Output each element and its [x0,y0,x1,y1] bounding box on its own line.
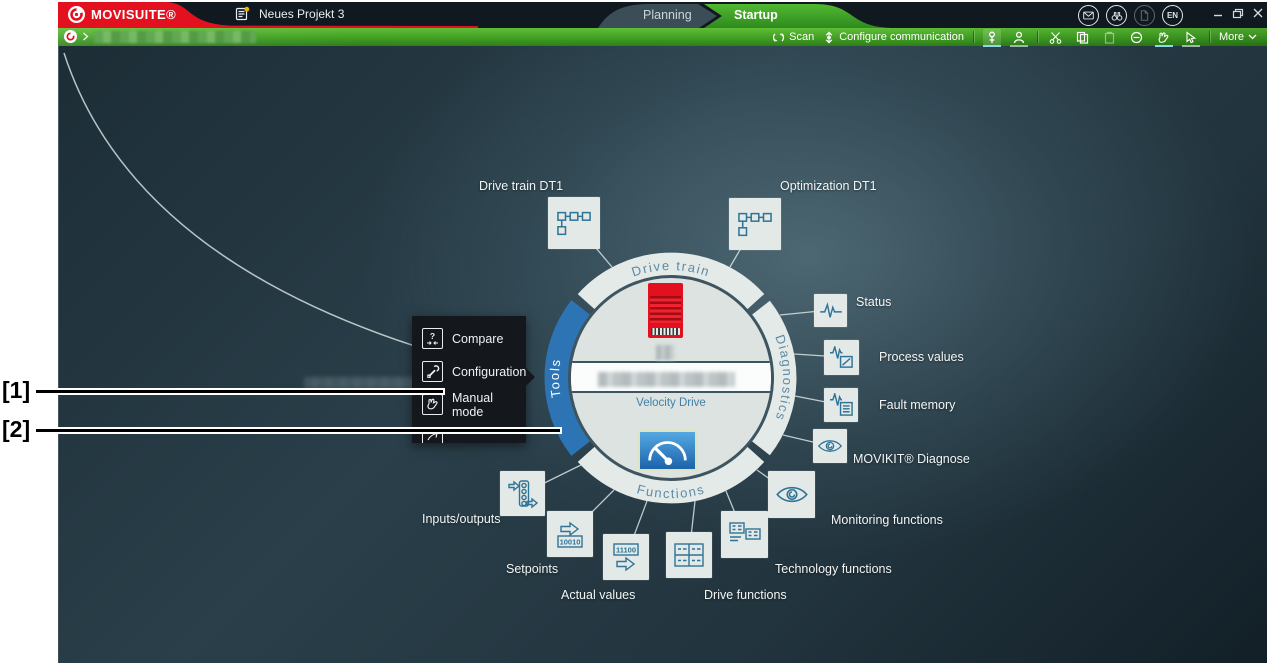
brand-name: MOVISUITE® [91,7,176,22]
user-button[interactable] [1010,29,1028,45]
project-save-icon[interactable] [234,6,250,22]
cut-button[interactable] [1047,29,1065,45]
redacted-device-designation [598,372,735,387]
drive-train-icon [738,209,772,239]
process-values-icon [829,346,854,370]
tile-drive-train-dt1[interactable] [548,197,600,249]
startup-canvas: Drive train Diagnostics Functions Tools … [58,46,1267,663]
tile-label: Monitoring functions [831,513,943,527]
device-type-label: Velocity Drive [571,397,771,409]
tile-label: Setpoints [506,562,558,576]
tile-status[interactable] [814,294,847,327]
project-name: Neues Projekt 3 [259,7,344,21]
compare-icon: ? [422,328,443,349]
eye-icon [775,483,809,506]
device-cooling-fins [650,296,681,324]
status-pulse-icon [819,302,843,320]
parameter-grid-icon [674,543,704,567]
inputs-outputs-icon [508,479,538,509]
callout-label-2: [2] [2,416,30,443]
tile-actual-values[interactable]: 11100 [603,534,649,580]
configure-communication-icon [823,31,835,44]
tile-label: Fault memory [879,398,955,412]
binoculars-icon[interactable] [1106,5,1127,26]
tile-movikit-diagnose[interactable] [813,429,847,463]
redacted-device-icon [656,345,674,360]
toolbar-separator [973,31,974,43]
tile-label: Process values [879,350,964,364]
manual-hand-button[interactable] [1155,29,1173,45]
language-icon[interactable]: EN [1162,5,1183,26]
hand-icon [422,394,443,415]
tile-fault-memory[interactable] [824,388,858,422]
tile-drive-functions[interactable] [666,532,712,578]
tile-label: Drive train DT1 [479,179,563,193]
titlebar: MOVISUITE® Neues Projekt 3 Planning Star… [58,2,1267,28]
eye-icon [817,437,843,455]
restore-button[interactable] [1228,2,1248,24]
tile-label: Status [856,295,891,309]
tile-inputs-outputs[interactable] [500,471,545,516]
tile-label: MOVIKIT® Diagnose [853,452,970,466]
device-breadcrumb-icon[interactable] [64,30,77,43]
breadcrumb-chevron-icon [82,32,89,41]
tile-label: Technology functions [775,562,892,576]
svg-text:?: ? [430,331,435,341]
scan-icon [772,31,785,44]
context-menu-pointer [526,368,535,386]
tile-monitoring-functions[interactable] [768,471,815,518]
tab-startup[interactable]: Startup [734,8,778,22]
tile-label: Drive functions [704,588,787,602]
svg-text:10010: 10010 [560,538,581,547]
segment-label-tools: Tools [547,357,564,399]
single-device-button[interactable] [983,29,1001,45]
parameter-tables-icon [729,522,761,548]
movisuite-logo-icon [68,6,85,23]
velocity-gauge-tile[interactable] [638,430,697,471]
drive-train-icon [557,208,591,238]
tile-technology-functions[interactable] [721,511,768,558]
setpoints-icon: 10010 [556,520,584,548]
toolbar-separator [1037,31,1038,43]
redacted-device-name [94,31,256,43]
wrench-icon [422,361,443,382]
svg-text:11100: 11100 [616,546,636,555]
document-icon[interactable] [1134,5,1155,26]
tile-label: Optimization DT1 [780,179,877,193]
paste-button[interactable] [1101,29,1119,45]
inverter-device-image [648,283,683,338]
tile-label: Actual values [561,588,635,602]
chevron-down-icon [1248,34,1257,40]
mail-icon[interactable] [1078,5,1099,26]
actual-values-icon: 11100 [612,543,640,571]
fault-memory-icon [829,393,854,417]
copy-button[interactable] [1074,29,1092,45]
pointer-button[interactable] [1182,29,1200,45]
callout-line-1 [36,388,445,395]
tile-setpoints[interactable]: 10010 [547,511,593,557]
scan-button[interactable]: Scan [772,28,814,46]
callout-line-2 [36,427,562,434]
menu-item-configuration[interactable]: Configuration [412,356,526,387]
app-window: MOVISUITE® Neues Projekt 3 Planning Star… [58,2,1267,663]
remove-button[interactable] [1128,29,1146,45]
gauge-icon [643,435,692,466]
minimize-button[interactable] [1208,2,1228,24]
tile-optimization-dt1[interactable] [729,198,781,250]
toolbar-separator [1209,31,1210,43]
toolbar: Scan Configure communication [58,28,1267,46]
configure-communication-button[interactable]: Configure communication [823,28,964,46]
brand: MOVISUITE® [68,6,176,23]
more-button[interactable]: More [1219,28,1257,46]
tools-context-menu: ? Compare Configuration [412,316,526,443]
device-terminals [651,328,680,335]
menu-item-compare[interactable]: ? Compare [412,323,526,354]
tile-label: Inputs/outputs [422,512,496,526]
callout-label-1: [1] [2,377,30,404]
tab-planning[interactable]: Planning [643,8,692,22]
tile-process-values[interactable] [824,340,859,375]
close-button[interactable] [1248,2,1267,24]
